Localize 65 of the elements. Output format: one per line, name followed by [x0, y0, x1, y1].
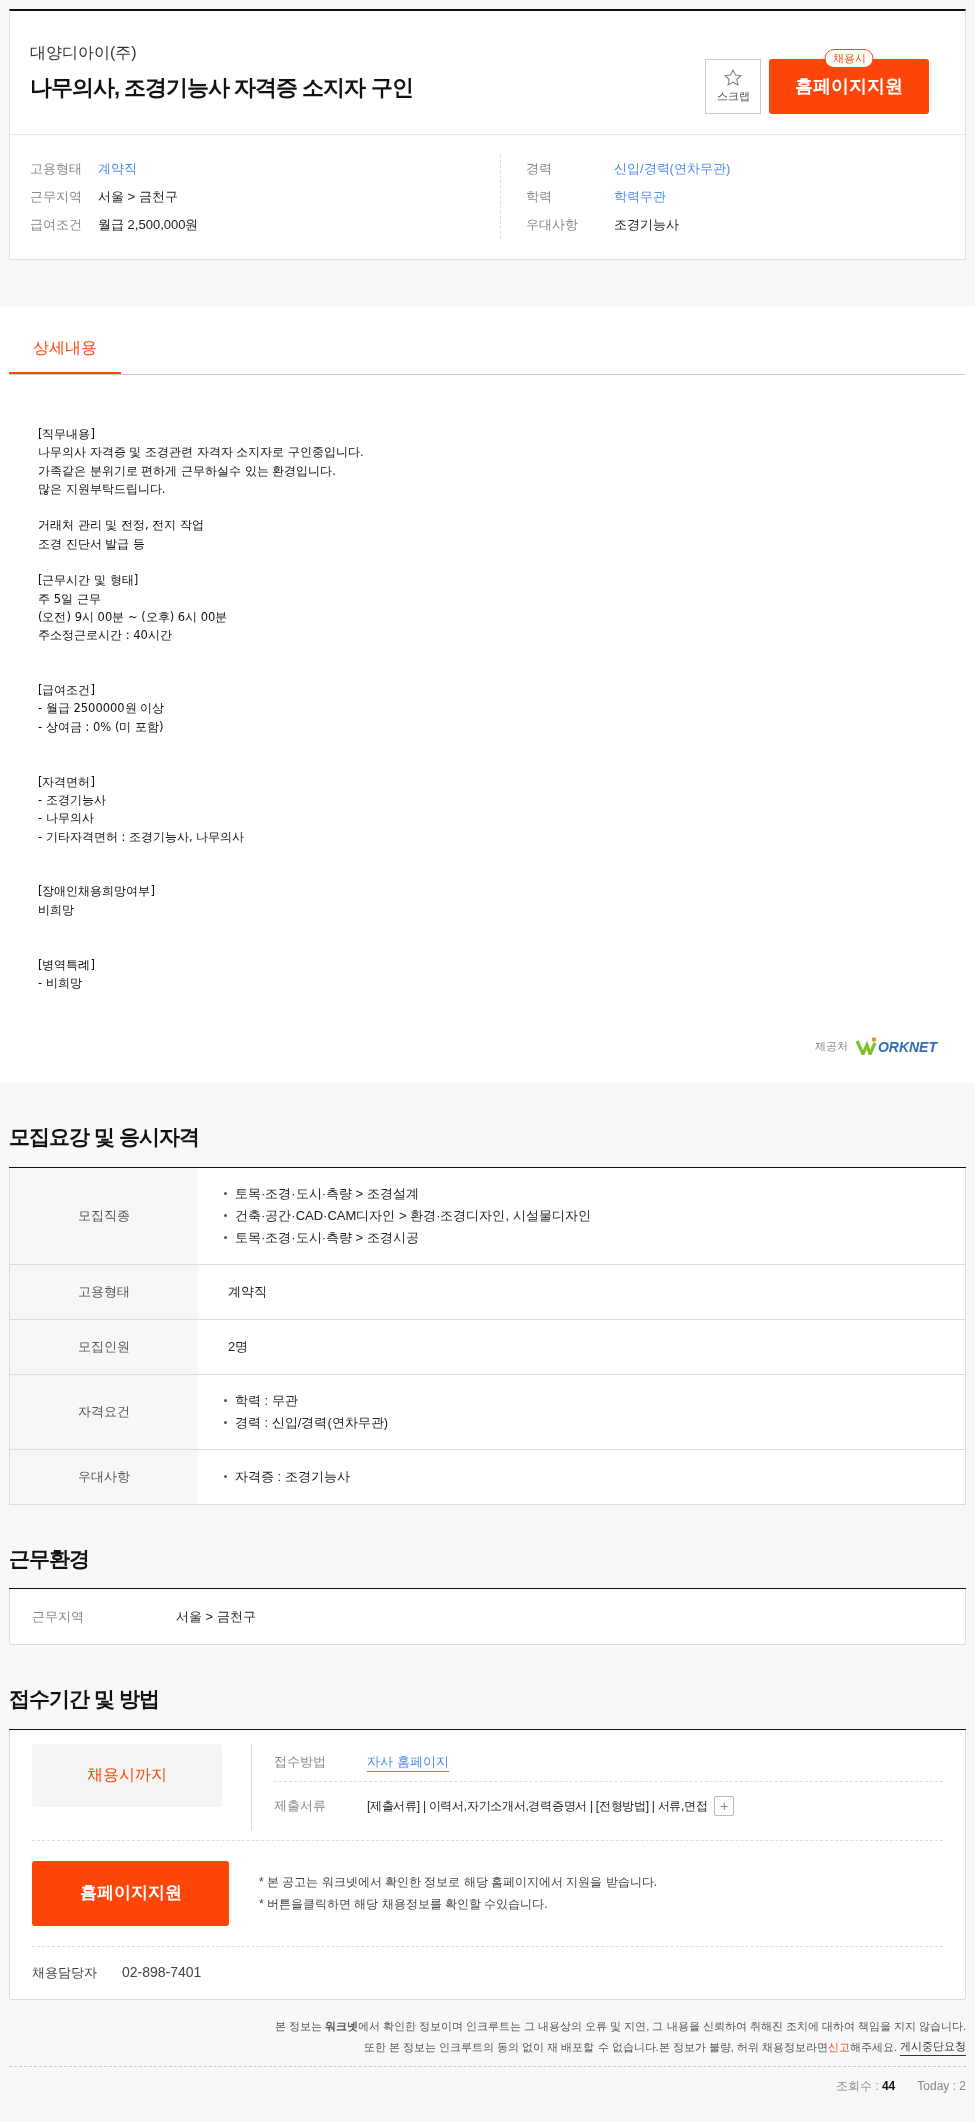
- bullet-icon: [224, 1399, 227, 1403]
- bullet-icon: [224, 1236, 227, 1240]
- info-label: 채용담당자: [32, 1963, 98, 1982]
- scrap-button[interactable]: 스크랩: [705, 59, 761, 114]
- info-label: 근무지역: [30, 188, 83, 207]
- bullet-icon: [224, 1421, 227, 1425]
- info-value[interactable]: 학력무관: [614, 187, 666, 207]
- apply-badge: 채용시: [824, 49, 874, 68]
- info-label: 접수방법: [274, 1753, 327, 1772]
- table-cell-text: 자격증 : 조경기능사: [235, 1467, 350, 1486]
- info-value: 조경기능사: [614, 216, 679, 235]
- info-value: 서울 > 금천구: [98, 188, 178, 207]
- report-link[interactable]: 신고: [827, 2038, 850, 2056]
- table-label-cell: 모집직종: [10, 1167, 198, 1264]
- company-name: 대양디아이(주): [30, 43, 138, 63]
- homepage-link[interactable]: 자사 홈페이지: [367, 1751, 449, 1773]
- notice-text: * 버튼을클릭하면 해당 채용정보를 확인할 수있습니다.: [259, 1896, 549, 1914]
- table-label-cell: 고용형태: [10, 1264, 198, 1319]
- job-description: [직무내용] 나무의사 자격증 및 조경관련 자격자 소지자로 구인중입니다. 가족같은 분위기로 편하게 근무하실수 있는 환경입니다. 많은 지원부탁드립니다. 거래처 관리 및 전정, 전지 작업 조경 진단서 발급 등 [근무시간 및 형태] 주 5일 근무 (오전) 9시 00분 ~ (오후) 6시 00분 주소정근로시간 : 40시간 [급여조건] - 월급 2500000원 이상 - 상여금 : 0% (미 포함) [자격면허] - 조경기능사 - 나무의사 - 기타자격면허 : 조경기능사, 나무의사 [장애인채용희망여부] 비희망 [병역특례] - 비희망: [37, 426, 365, 992]
- deadline-box: 채용시까지: [32, 1743, 222, 1807]
- info-label: 학력: [526, 188, 553, 207]
- info-value: 서울 > 금천구: [176, 1607, 256, 1626]
- table-cell-text: 계약직: [228, 1282, 267, 1301]
- section-title: 모집요강 및 응시자격: [9, 1124, 200, 1151]
- star-icon: [723, 68, 743, 89]
- section-title: 접수기간 및 방법: [9, 1686, 160, 1713]
- table-cell-text: 경력 : 신입/경력(연차무관): [235, 1413, 389, 1432]
- table-label-cell: 모집인원: [10, 1319, 198, 1374]
- views-label: 조회수 :: [836, 2077, 879, 2095]
- table-cell-text: 건축·공간·CAD·CAM디자인 > 환경·조경디자인, 시설물디자인: [235, 1206, 591, 1225]
- table-cell-text: 토목·조경·도시·측량 > 조경시공: [235, 1228, 419, 1247]
- section-title: 근무환경: [9, 1545, 90, 1572]
- info-value[interactable]: 신입/경력(연차무관): [614, 159, 731, 179]
- notice-text: * 본 공고는 워크넷에서 확인한 정보로 해당 홈페이지에서 지원을 받습니다.: [259, 1874, 657, 1892]
- info-value[interactable]: 계약직: [98, 159, 137, 179]
- logo-text: ORKNET: [877, 1039, 937, 1056]
- info-label: 급여조건: [30, 216, 83, 235]
- info-value: [제출서류] | 이력서,자기소개서,경력증명서 | [전형방법] | 서류,면접: [367, 1797, 708, 1815]
- job-title: 나무의사, 조경기능사 자격증 소지자 구인: [30, 74, 413, 102]
- disclaimer-text: 해주세요.: [849, 2039, 897, 2055]
- logo-mark-icon: [855, 1037, 878, 1056]
- phone-number: 02-898-7401: [122, 1963, 202, 1983]
- info-label: 경력: [526, 160, 553, 179]
- disclaimer-text: 본 정보는 워크넷에서 확인한 정보이며 인크루트는 그 내용상의 오류 및 지연, 그 내용을 신뢰하여 취해진 조치에 대하여 책임을 지지 않습니다.: [274, 2018, 966, 2034]
- table-label-cell: 우대사항: [10, 1449, 198, 1504]
- table-cell-text: 학력 : 무관: [235, 1391, 298, 1410]
- bullet-icon: [224, 1192, 227, 1196]
- info-label: 우대사항: [526, 216, 579, 235]
- tab[interactable]: 상세내용: [9, 332, 121, 374]
- table-cell-text: 토목·조경·도시·측량 > 조경설계: [235, 1184, 419, 1203]
- bullet-icon: [224, 1214, 227, 1218]
- bullet-icon: [224, 1475, 227, 1479]
- takedown-request-link[interactable]: 게시중단요청: [900, 2038, 966, 2056]
- info-label: 제출서류: [274, 1796, 327, 1815]
- table-label-cell: 자격요건: [10, 1374, 198, 1449]
- today-count: Today : 2: [917, 2077, 966, 2095]
- info-label: 고용형태: [30, 160, 83, 179]
- views-count: 44: [881, 2077, 896, 2095]
- more-button[interactable]: +: [714, 1795, 735, 1816]
- disclaimer-text: 또한 본 정보는 인크루트의 동의 없이 재 배포할 수 없습니다.본 정보가 불량, 허위 채용정보라면: [364, 2039, 828, 2055]
- homepage-apply-button[interactable]: 홈페이지지원: [32, 1860, 229, 1926]
- table-cell-text: 2명: [228, 1337, 249, 1356]
- provider-label: 제공처: [814, 1038, 848, 1054]
- info-label: 근무지역: [32, 1607, 85, 1626]
- info-value: 월급 2,500,000원: [98, 216, 199, 235]
